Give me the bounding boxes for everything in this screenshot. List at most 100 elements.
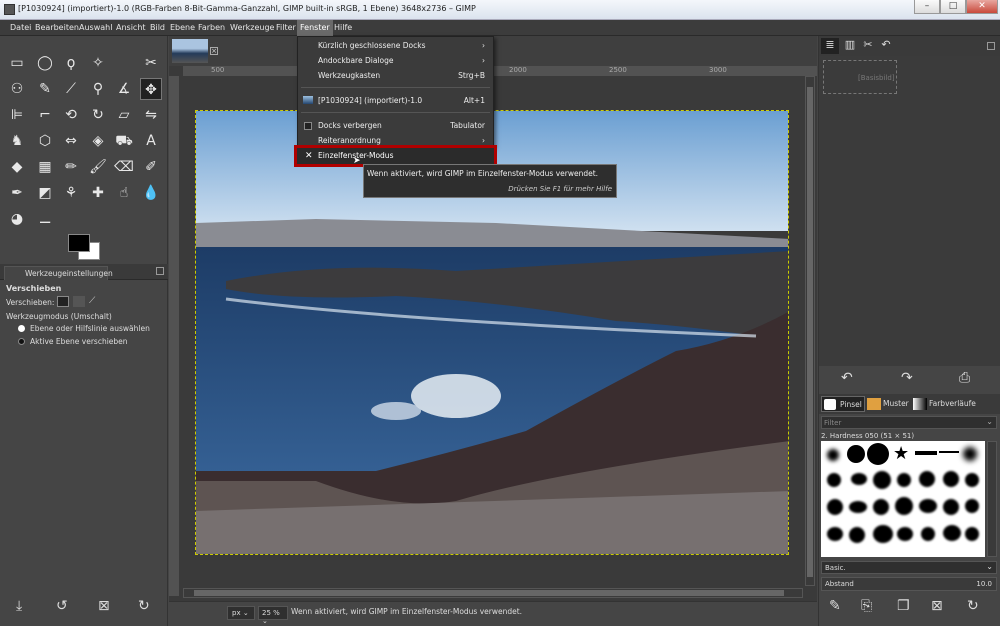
brush-item[interactable] <box>847 445 865 463</box>
brush-item[interactable] <box>965 473 979 487</box>
warp-icon[interactable]: ♞ <box>6 130 28 152</box>
radio-pick-layer[interactable] <box>18 325 25 332</box>
menu-item-image-window[interactable]: [P1030924] (importiert)-1.0 Alt+1 <box>298 94 493 108</box>
fuzzy-select-icon[interactable]: ✧ <box>87 52 109 74</box>
handle-transform-icon[interactable]: ⇔ <box>60 130 82 152</box>
lasso-icon[interactable]: ϙ <box>60 52 82 74</box>
menu-hilfe[interactable]: Hilfe <box>334 23 352 32</box>
rect-select-icon[interactable]: ▭ <box>6 52 28 74</box>
fill-icon[interactable]: ◆ <box>6 156 28 178</box>
image-tab-close-icon[interactable]: × <box>210 47 218 55</box>
horizontal-scroll-thumb[interactable] <box>194 590 784 596</box>
perspective-icon[interactable]: ⬡ <box>34 130 56 152</box>
menu-auswahl[interactable]: Auswahl <box>79 23 112 32</box>
color-picker-icon[interactable]: ⟋ <box>60 78 82 100</box>
vertical-scroll-thumb[interactable] <box>807 87 813 577</box>
menu-item-hide-docks[interactable]: Docks verbergen Tabulator <box>298 119 493 133</box>
delete-brush-icon[interactable]: ⊠ <box>931 598 943 614</box>
crop-icon[interactable]: ⌐ <box>34 104 56 126</box>
menu-farben[interactable]: Farben <box>198 23 225 32</box>
refresh-brushes-icon[interactable]: ↻ <box>967 598 979 614</box>
image-tab-thumbnail[interactable] <box>172 39 208 63</box>
unified-transform-icon[interactable]: ⟲ <box>60 104 82 126</box>
maximize-button[interactable]: □ <box>940 0 966 14</box>
brush-item[interactable] <box>873 471 891 489</box>
clone-icon[interactable]: ⚘ <box>60 182 82 204</box>
radio-active-layer[interactable] <box>18 338 25 345</box>
dodge-icon[interactable]: 💧 <box>140 182 162 204</box>
brush-item[interactable] <box>963 447 977 461</box>
move-layer-icon[interactable] <box>57 296 69 307</box>
paths-icon[interactable]: ✎ <box>34 78 56 100</box>
save-options-icon[interactable]: ⤓ <box>16 598 22 614</box>
brush-item[interactable] <box>939 451 959 453</box>
burn-icon[interactable]: ⚊ <box>34 208 56 230</box>
patterns-tab[interactable]: Muster <box>867 396 911 412</box>
brush-icon[interactable]: 🖌 <box>87 156 109 178</box>
spacing-slider[interactable]: Abstand 10.0 <box>821 577 997 591</box>
brush-item[interactable] <box>873 499 889 515</box>
bucket-fill-icon[interactable]: ⛟ <box>113 130 135 152</box>
foreground-select-icon[interactable]: ⚇ <box>6 78 28 100</box>
brush-item[interactable] <box>921 527 935 541</box>
dock-menu-icon[interactable] <box>987 42 995 50</box>
reset-options-icon[interactable]: ↻ <box>138 598 150 614</box>
menu-filter[interactable]: Filter <box>276 23 296 32</box>
menu-bild[interactable]: Bild <box>150 23 165 32</box>
menu-ansicht[interactable]: Ansicht <box>116 23 146 32</box>
ellipse-select-icon[interactable]: ◯ <box>34 52 56 74</box>
cage-icon[interactable]: ◈ <box>87 130 109 152</box>
smudge-icon[interactable]: ☝ <box>113 182 135 204</box>
move-tool-icon[interactable]: ✥ <box>140 78 162 100</box>
brush-grid-scrollbar[interactable] <box>987 441 997 557</box>
undo-history-tab-icon[interactable]: ↶ <box>877 38 895 54</box>
filter-dropdown-icon[interactable]: ⌄ <box>986 417 993 426</box>
duplicate-brush-icon[interactable]: ❐ <box>897 598 910 614</box>
brush-item[interactable] <box>897 527 913 541</box>
brush-item[interactable] <box>943 525 961 541</box>
flip-icon[interactable]: ⇋ <box>140 104 162 126</box>
brush-item[interactable] <box>827 473 841 487</box>
delete-options-icon[interactable]: ⊠ <box>98 598 110 614</box>
menu-item-dockable-dialogs[interactable]: Andockbare Dialoge › <box>298 54 493 68</box>
brush-item[interactable] <box>965 527 979 541</box>
pencil-icon[interactable]: ✏ <box>60 156 82 178</box>
brush-item[interactable] <box>873 525 893 543</box>
base-image-item[interactable]: [Basisbild] <box>823 60 897 94</box>
align-icon[interactable]: ⊫ <box>6 104 28 126</box>
redo-icon[interactable]: ↷ <box>901 370 913 386</box>
brush-item[interactable] <box>851 473 867 485</box>
ink-icon[interactable]: ✒ <box>6 182 28 204</box>
brush-filter-input[interactable]: Filter ⌄ <box>821 416 997 429</box>
minimize-button[interactable]: – <box>914 0 940 14</box>
gradients-tab[interactable]: Farbverläufe <box>913 396 999 412</box>
restore-options-icon[interactable]: ↺ <box>56 598 68 614</box>
brush-item[interactable] <box>943 471 959 487</box>
move-selection-icon[interactable] <box>73 296 85 307</box>
brush-star-icon[interactable]: ★ <box>893 443 909 464</box>
brush-item[interactable] <box>849 501 867 513</box>
horizontal-scrollbar[interactable] <box>183 588 803 598</box>
menu-datei[interactable]: Datei <box>10 23 31 32</box>
brush-grid[interactable]: ★ <box>821 441 985 557</box>
eraser-icon[interactable]: ⌫ <box>113 156 135 178</box>
unit-select[interactable]: px ⌄ <box>227 606 255 620</box>
brush-item[interactable] <box>897 473 911 487</box>
brush-item[interactable] <box>919 471 935 487</box>
menu-item-recent-docks[interactable]: Kürzlich geschlossene Docks › <box>298 39 493 53</box>
heal-icon[interactable]: ✚ <box>87 182 109 204</box>
airbrush-icon[interactable]: ✐ <box>140 156 162 178</box>
mypaint-icon[interactable]: ◩ <box>34 182 56 204</box>
rotate-icon[interactable]: ↻ <box>87 104 109 126</box>
zoom-select[interactable]: 25 % ⌄ <box>258 606 288 625</box>
zoom-icon[interactable]: ⚲ <box>87 78 109 100</box>
close-button[interactable]: ✕ <box>966 0 998 14</box>
menu-fenster[interactable]: Fenster <box>297 20 333 36</box>
menu-werkzeuge[interactable]: Werkzeuge <box>230 23 274 32</box>
menu-item-toolbox[interactable]: Werkzeugkasten Strg+B <box>298 69 493 83</box>
brush-preset-select[interactable]: Basic. ⌄ <box>821 561 997 574</box>
brush-item[interactable] <box>827 527 843 541</box>
edit-brush-icon[interactable]: ✎ <box>829 598 841 614</box>
brush-item[interactable] <box>965 499 979 513</box>
channels-tab-icon[interactable]: ▥ <box>841 38 859 54</box>
